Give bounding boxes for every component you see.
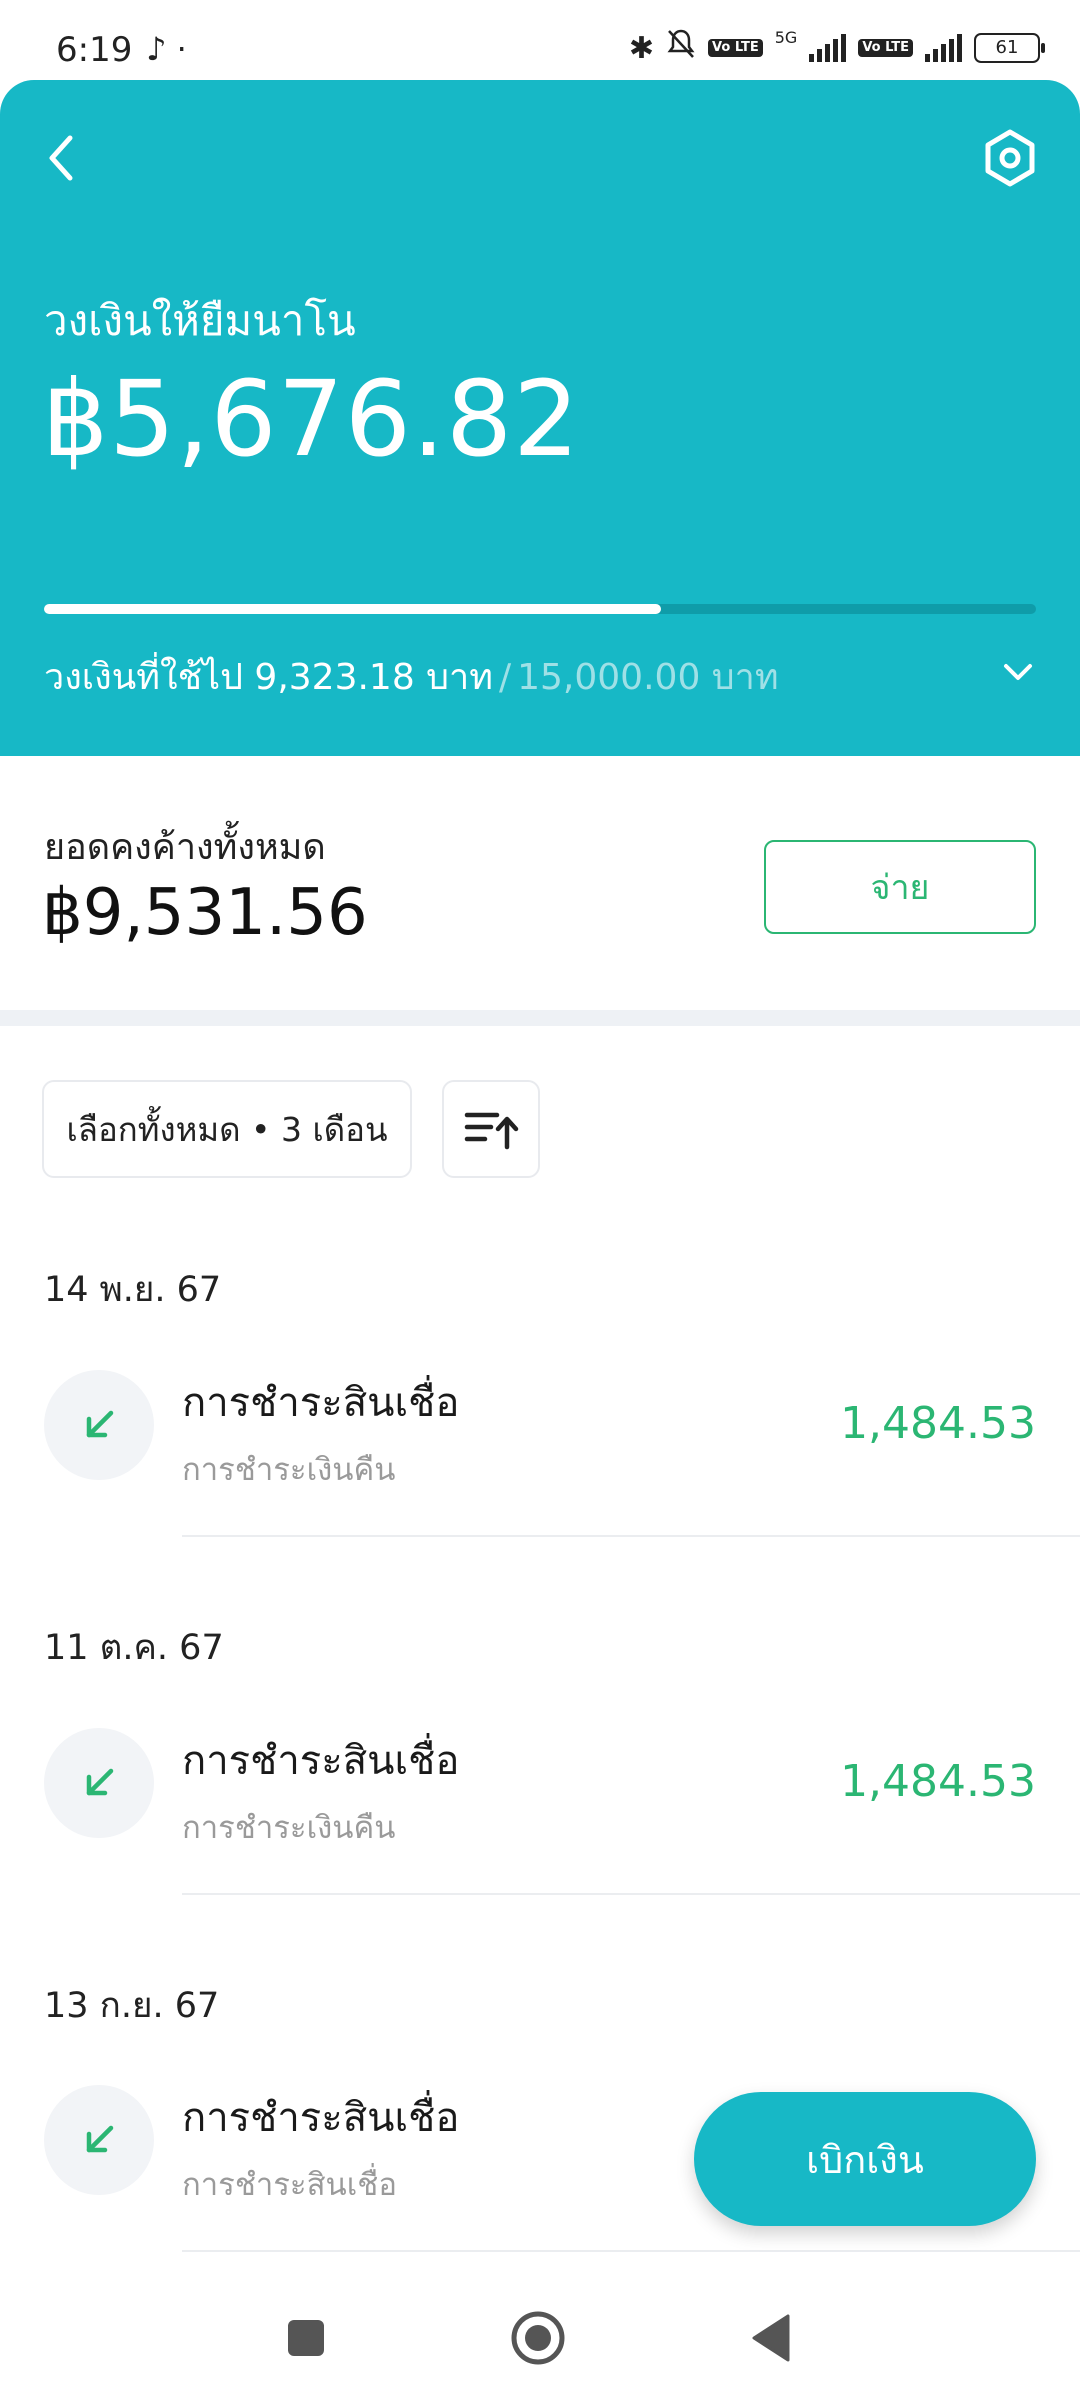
section-divider <box>0 1010 1080 1026</box>
balance-value: ฿9,531.56 <box>42 876 368 950</box>
outstanding-balance-section: ยอดคงค้างทั้งหมด ฿9,531.56 จ่าย <box>0 756 1080 1010</box>
withdraw-button[interactable]: เบิกเงิน <box>694 2092 1036 2226</box>
credit-total-text: 15,000.00 บาท <box>517 657 779 698</box>
system-nav-bar <box>0 2270 1080 2400</box>
transaction-row[interactable]: การชำระสินเชื่อ การชำระเงินคืน 1,484.53 <box>0 1370 1080 1540</box>
battery-icon: 61 <box>974 33 1045 63</box>
credit-available-amount: ฿5,676.82 <box>42 358 581 480</box>
back-nav-button[interactable] <box>742 2308 802 2368</box>
transaction-subtitle: การชำระเงินคืน <box>182 1452 396 1488</box>
tiktok-icon: ♪ · <box>146 30 187 68</box>
transaction-date: 13 ก.ย. 67 <box>44 1986 220 2026</box>
square-icon <box>288 2320 324 2356</box>
transaction-title: การชำระสินเชื่อ <box>182 1738 460 1784</box>
transaction-date: 14 พ.ย. 67 <box>44 1270 222 1310</box>
expand-details-button[interactable] <box>1000 660 1036 684</box>
triangle-back-icon <box>752 2314 790 2362</box>
bell-muted-icon <box>666 28 696 68</box>
recents-button[interactable] <box>276 2308 336 2368</box>
credit-usage-progress <box>44 604 1036 614</box>
bluetooth-icon: ✱ <box>628 30 655 66</box>
pay-button[interactable]: จ่าย <box>764 840 1036 934</box>
signal-icon <box>809 34 847 62</box>
credit-separator: / <box>498 657 512 698</box>
volte-icon: Vo LTE <box>708 39 763 57</box>
credit-used-row: วงเงินที่ใช้ไป 9,323.18 บาท / 15,000.00 … <box>44 648 779 705</box>
chevron-left-icon <box>49 135 73 181</box>
back-button[interactable] <box>40 128 88 188</box>
transaction-date: 11 ต.ค. 67 <box>44 1628 224 1668</box>
balance-label: ยอดคงค้างทั้งหมด <box>44 827 326 868</box>
arrow-down-left-icon <box>44 2085 154 2195</box>
chevron-down-icon <box>1004 664 1032 680</box>
transaction-subtitle: การชำระสินเชื่อ <box>182 2167 397 2203</box>
credit-header: วงเงินให้ยืมนาโน ฿5,676.82 วงเงินที่ใช้ไ… <box>0 80 1080 756</box>
settings-button[interactable] <box>980 128 1040 188</box>
credit-title: วงเงินให้ยืมนาโน <box>44 296 356 345</box>
transaction-amount: 1,484.53 <box>840 1756 1036 1807</box>
arrow-down-left-icon <box>44 1370 154 1480</box>
row-divider <box>182 1893 1080 1895</box>
volte-icon-2: Vo LTE <box>858 39 913 57</box>
sort-ascending-icon <box>464 1112 519 1150</box>
transaction-title: การชำระสินเชื่อ <box>182 1380 460 1426</box>
status-icons: ✱ Vo LTE 5G Vo LTE 61 <box>628 28 1045 68</box>
transaction-title: การชำระสินเชื่อ <box>182 2095 460 2141</box>
credit-used-text: วงเงินที่ใช้ไป 9,323.18 บาท <box>44 657 493 698</box>
transaction-row[interactable]: การชำระสินเชื่อ การชำระเงินคืน 1,484.53 <box>0 1728 1080 1898</box>
signal-icon-2 <box>925 34 962 62</box>
network-5g-label: 5G <box>774 28 798 47</box>
arrow-down-left-icon <box>44 1728 154 1838</box>
credit-usage-fill <box>44 604 661 614</box>
transaction-amount: 1,484.53 <box>840 1398 1036 1449</box>
status-bar: 6:19 ♪ · ✱ Vo LTE 5G Vo LTE 61 <box>0 0 1080 80</box>
row-divider <box>182 2250 1080 2252</box>
row-divider <box>182 1535 1080 1537</box>
transaction-subtitle: การชำระเงินคืน <box>182 1810 396 1846</box>
status-time: 6:19 <box>56 30 133 70</box>
home-button[interactable] <box>508 2308 568 2368</box>
filter-chip[interactable]: เลือกทั้งหมด • 3 เดือน <box>42 1080 412 1178</box>
sort-button[interactable] <box>442 1080 540 1178</box>
home-circle-icon <box>511 2311 565 2365</box>
hexagon-settings-icon <box>985 129 1035 187</box>
